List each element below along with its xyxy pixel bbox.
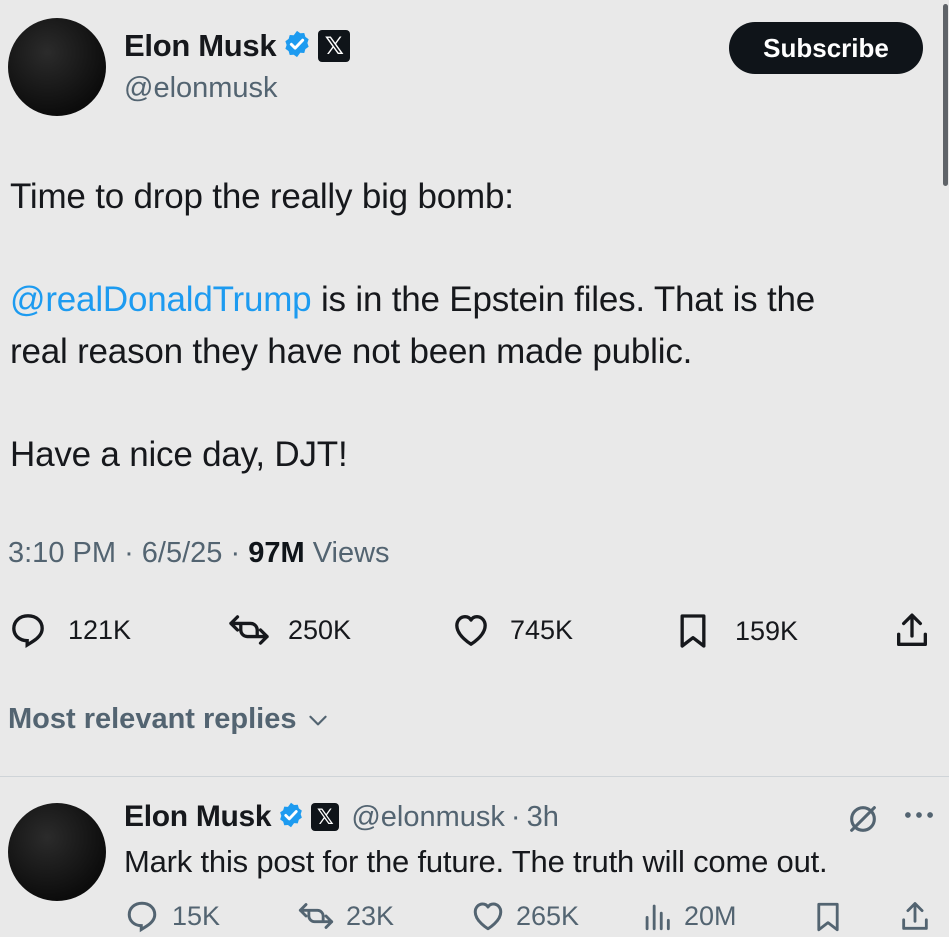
- divider: [0, 776, 949, 777]
- author-avatar[interactable]: [8, 18, 106, 116]
- tweet-line-2-text: is in the Epstein files. That is the: [311, 280, 816, 319]
- bookmark-icon: [817, 902, 839, 932]
- reply-author-handle[interactable]: @elonmusk: [351, 801, 505, 834]
- reply-like-button[interactable]: 265K: [470, 898, 579, 934]
- reply-age[interactable]: 3h: [527, 801, 559, 834]
- replies-sort-label: Most relevant replies: [8, 703, 297, 735]
- author-handle[interactable]: @elonmusk: [124, 72, 278, 105]
- reply-avatar[interactable]: [8, 803, 106, 901]
- scrollbar[interactable]: [943, 4, 948, 186]
- tweet-line-4: Have a nice day, DJT!: [10, 435, 348, 474]
- repost-icon: [229, 615, 269, 645]
- bookmark-button[interactable]: 159K: [673, 610, 798, 652]
- more-options-icon[interactable]: [900, 800, 938, 835]
- reply-like-count: 265K: [516, 900, 580, 931]
- bookmark-count: 159K: [735, 615, 799, 646]
- reply-bookmark-button[interactable]: [811, 898, 845, 936]
- grok-icon[interactable]: [846, 802, 880, 841]
- like-count: 745K: [510, 614, 574, 645]
- views-count: 97M: [248, 537, 305, 569]
- reply-views-button[interactable]: 20M: [640, 898, 737, 934]
- reply-repost-count: 23K: [346, 900, 395, 931]
- mention-link[interactable]: @realDonaldTrump: [10, 280, 312, 319]
- repost-count: 250K: [288, 614, 352, 645]
- replies-sort-dropdown[interactable]: Most relevant replies: [8, 703, 331, 736]
- tweet-date[interactable]: 6/5/25: [142, 537, 223, 569]
- reply-button[interactable]: 121K: [8, 610, 131, 650]
- reply-icon: [127, 901, 157, 933]
- repost-icon: [298, 903, 334, 929]
- views-label: Views: [312, 537, 390, 569]
- author-name-row: Elon Musk 𝕏: [124, 28, 351, 64]
- reply-author-name[interactable]: Elon Musk: [124, 800, 272, 834]
- views-chart-icon: [645, 904, 670, 931]
- reply-reply-count: 15K: [172, 900, 221, 931]
- tweet-line-1: Time to drop the really big bomb:: [10, 177, 514, 216]
- share-icon: [902, 902, 928, 930]
- meta-dot: ·: [230, 537, 241, 569]
- share-icon: [897, 613, 927, 646]
- tweet-line-3: real reason they have not been made publ…: [10, 332, 693, 371]
- reply-text: Mark this post for the future. The truth…: [124, 844, 828, 879]
- subscribe-button[interactable]: Subscribe: [729, 22, 923, 74]
- reply-share-button[interactable]: [898, 898, 932, 936]
- share-button[interactable]: [892, 610, 932, 652]
- reply-views-count: 20M: [684, 900, 737, 931]
- x-logo-icon: 𝕏: [311, 803, 340, 831]
- like-button[interactable]: 745K: [450, 610, 573, 650]
- tweet-meta: 3:10 PM · 6/5/25 · 97M Views: [8, 537, 390, 570]
- bookmark-icon: [680, 614, 706, 648]
- reply-icon: [12, 614, 44, 649]
- tweet-line-2: @realDonaldTrump is in the Epstein files…: [10, 274, 815, 326]
- reply-reply-button[interactable]: 15K: [124, 898, 220, 934]
- chevron-down-icon: [308, 715, 327, 725]
- like-icon: [473, 902, 503, 931]
- reply-repost-button[interactable]: 23K: [296, 898, 394, 934]
- repost-button[interactable]: 250K: [226, 610, 351, 650]
- tweet-time[interactable]: 3:10 PM: [8, 537, 116, 569]
- verified-badge-icon[interactable]: [277, 801, 305, 834]
- author-name[interactable]: Elon Musk: [124, 28, 277, 64]
- meta-dot: ·: [510, 800, 521, 833]
- meta-dot: ·: [124, 537, 134, 569]
- x-logo-icon: 𝕏: [318, 30, 351, 62]
- reply-count: 121K: [68, 614, 132, 645]
- verified-badge-icon[interactable]: [282, 29, 312, 64]
- reply-header: Elon Musk 𝕏 @elonmusk · 3h: [124, 800, 559, 834]
- like-icon: [455, 615, 487, 646]
